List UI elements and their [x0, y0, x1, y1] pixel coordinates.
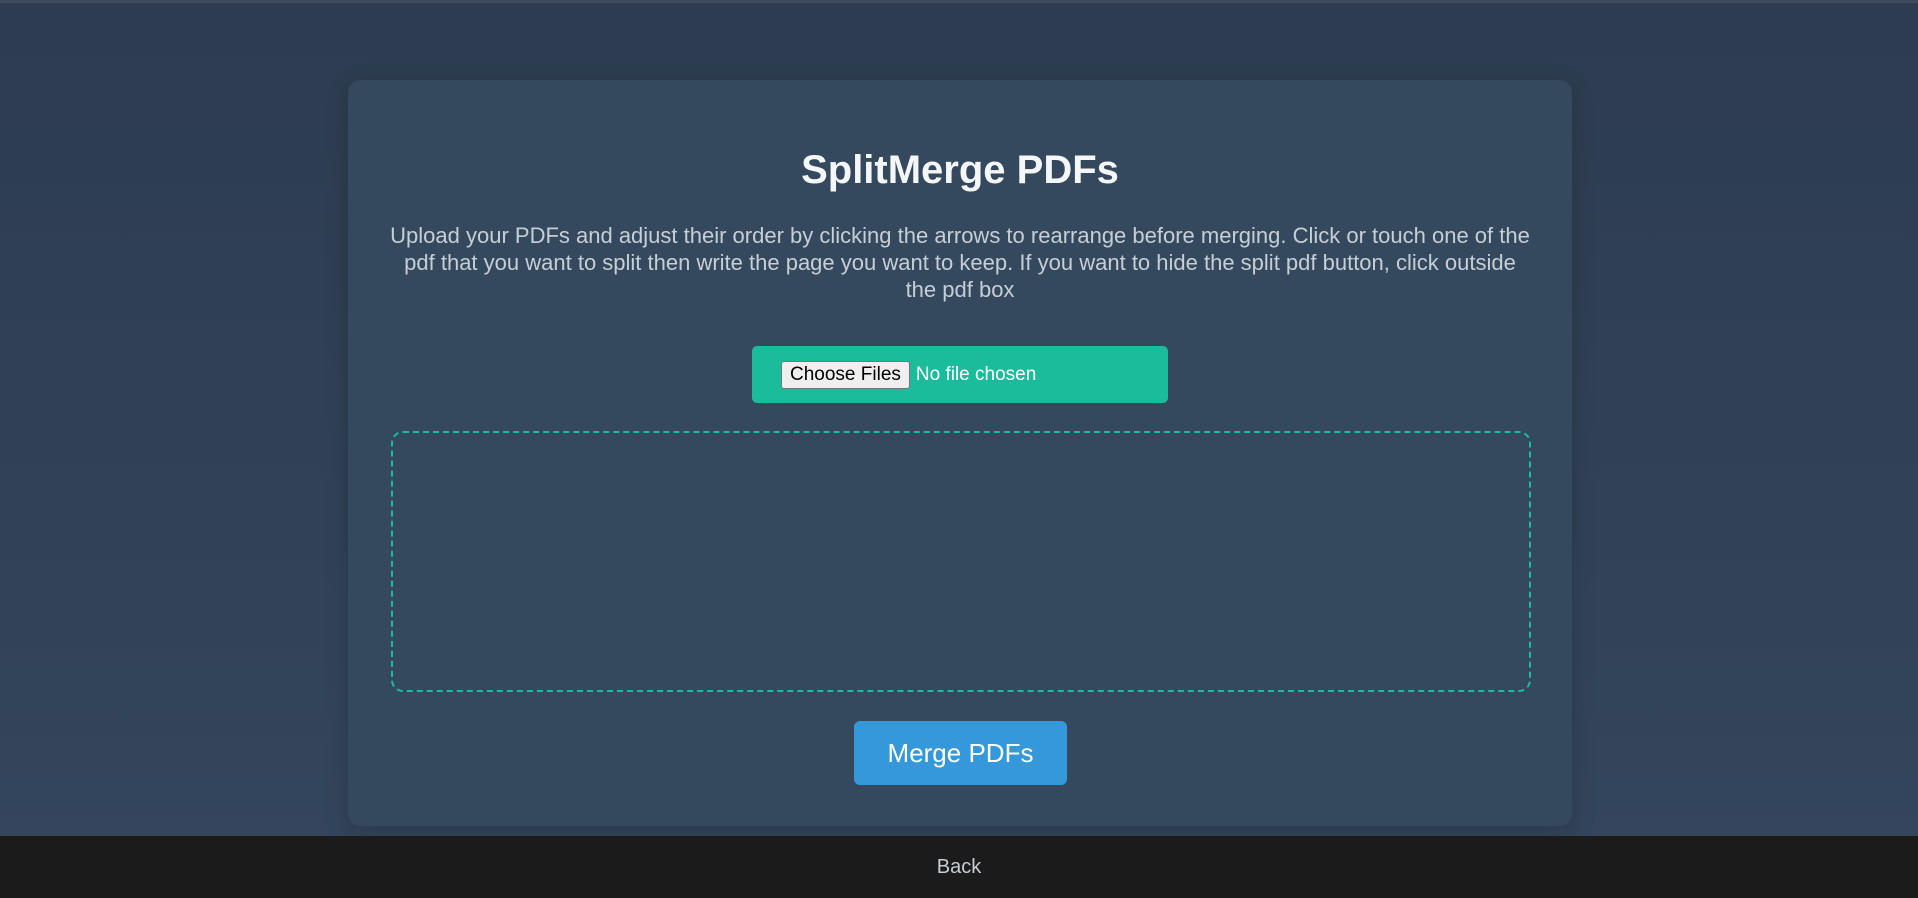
page-title: SplitMerge PDFs [801, 148, 1119, 192]
top-border [0, 0, 1918, 3]
back-link[interactable]: Back [937, 856, 981, 879]
main-card: SplitMerge PDFs Upload your PDFs and adj… [348, 80, 1572, 826]
file-status-text: No file chosen [915, 363, 1037, 385]
choose-files-button[interactable]: Choose Files [781, 360, 910, 389]
instructions-text: Upload your PDFs and adjust their order … [390, 223, 1530, 302]
file-upload-area[interactable]: Choose Files No file chosen [752, 346, 1168, 403]
merge-pdfs-button[interactable]: Merge PDFs [854, 721, 1067, 785]
pdf-list-dropzone[interactable] [391, 431, 1531, 692]
footer-bar: Back [0, 836, 1918, 898]
